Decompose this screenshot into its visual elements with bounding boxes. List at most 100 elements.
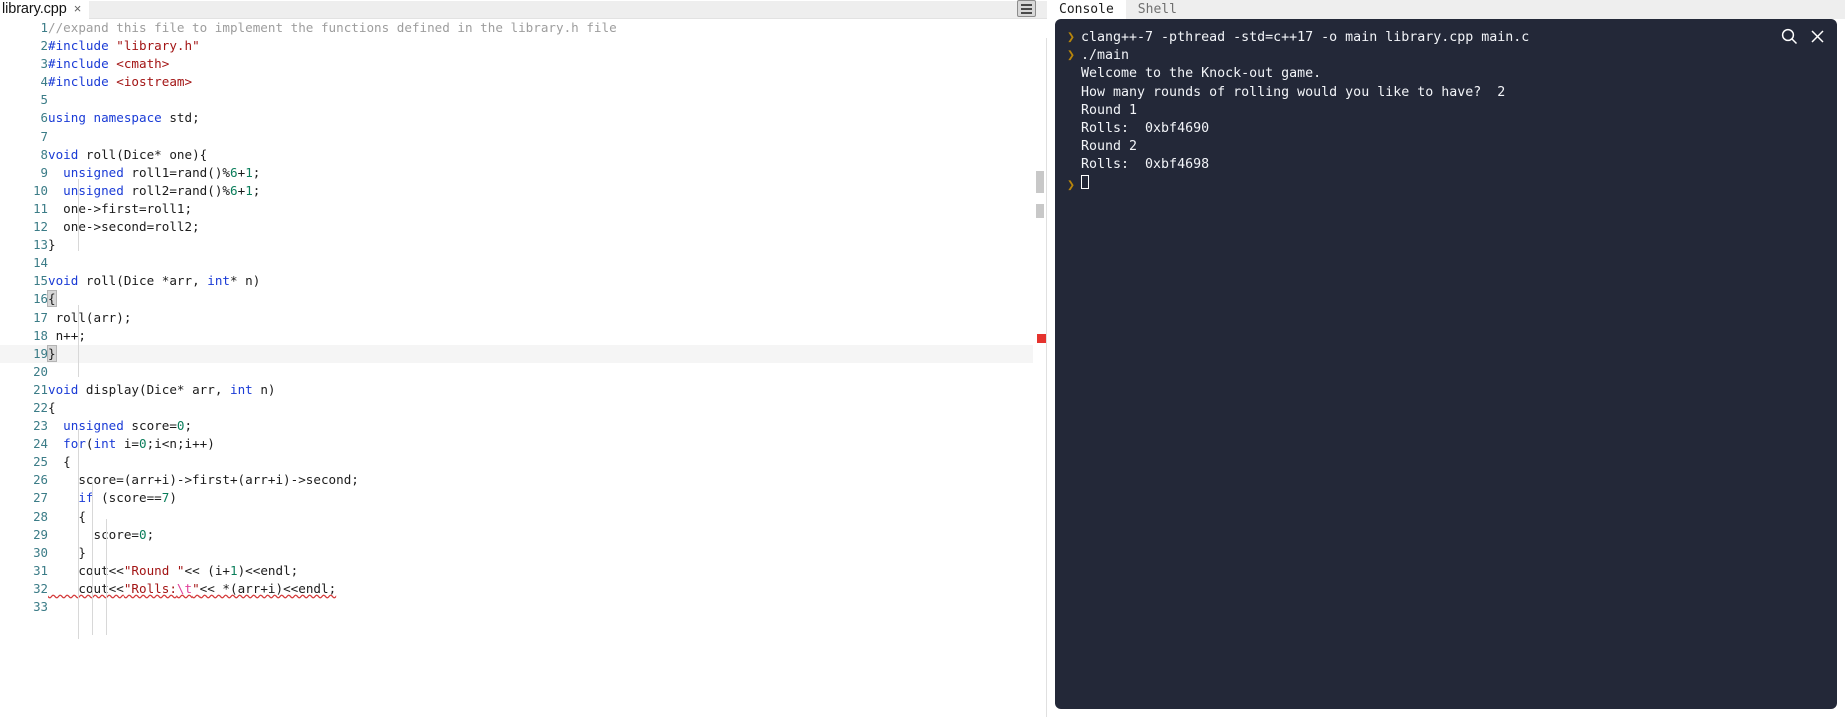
code-line[interactable]: 17 roll(arr);: [0, 309, 1047, 327]
line-number: 9: [40, 164, 48, 180]
console-line-text: Round 1: [1081, 102, 1138, 118]
line-source[interactable]: }: [48, 544, 1047, 562]
line-source[interactable]: one->first=roll1;: [48, 200, 1047, 218]
code-line[interactable]: 28 {: [0, 508, 1047, 526]
code-line[interactable]: 3 #include <cmath>: [0, 55, 1047, 73]
line-source[interactable]: score=0;: [48, 526, 1047, 544]
line-source[interactable]: [48, 254, 1047, 272]
line-source[interactable]: cout<<"Round "<< (i+1)<<endl;: [48, 562, 1047, 580]
line-source[interactable]: unsigned roll2=rand()%6+1;: [48, 182, 1047, 200]
line-source[interactable]: one->second=roll2;: [48, 218, 1047, 236]
code-token: ;: [252, 182, 261, 198]
code-line[interactable]: 24 for(int i=0;i<n;i++): [0, 435, 1047, 453]
line-source[interactable]: void roll(Dice *arr, int* n): [48, 272, 1047, 290]
line-number: 3: [40, 56, 48, 72]
code-line[interactable]: 22{: [0, 399, 1047, 417]
console-output[interactable]: ❯ clang++-7 -pthread -std=c++17 -o main l…: [1055, 19, 1837, 709]
line-number: 29: [33, 526, 48, 542]
code-line[interactable]: 20: [0, 363, 1047, 381]
close-icon[interactable]: ×: [74, 2, 82, 15]
code-token: ": [192, 580, 200, 596]
line-number: 30: [33, 544, 48, 560]
line-source[interactable]: [48, 363, 1047, 381]
code-line[interactable]: 29 score=0;: [0, 526, 1047, 544]
code-editor[interactable]: 1 //expand this file to implement the fun…: [0, 19, 1047, 717]
line-source[interactable]: #include <cmath>: [48, 55, 1047, 73]
code-token: <cmath>: [116, 56, 170, 72]
console-cursor[interactable]: [1081, 174, 1089, 189]
editor-tab-library-cpp[interactable]: library.cpp ×: [0, 0, 90, 18]
console-line-text: Round 2: [1081, 139, 1138, 155]
code-token: 0: [139, 436, 147, 452]
line-source[interactable]: //expand this file to implement the func…: [48, 19, 1047, 37]
line-source[interactable]: cout<<"Rolls:\t"<< *(arr+i)<<endl;: [48, 580, 1047, 598]
panel-layout-icon[interactable]: [1017, 0, 1036, 17]
code-line[interactable]: 19}: [0, 344, 1047, 363]
code-line[interactable]: 27 if (score==7): [0, 489, 1047, 507]
editor-scrollbar[interactable]: [1033, 19, 1047, 717]
tab-console[interactable]: Console: [1047, 0, 1126, 19]
line-source[interactable]: unsigned roll1=rand()%6+1;: [48, 164, 1047, 182]
code-line[interactable]: 14: [0, 254, 1047, 272]
code-token: #include: [48, 74, 117, 90]
line-source[interactable]: {: [48, 453, 1047, 471]
scrollbar-thumb-upper[interactable]: [1036, 171, 1044, 193]
line-source[interactable]: {: [47, 290, 1047, 308]
error-marker[interactable]: [1037, 334, 1046, 343]
line-source[interactable]: void display(Dice* arr, int n): [48, 381, 1047, 399]
code-line[interactable]: 25 {: [0, 453, 1047, 471]
line-source[interactable]: roll(arr);: [48, 309, 1047, 327]
search-icon[interactable]: [1775, 23, 1803, 49]
code-line[interactable]: 12 one->second=roll2;: [0, 218, 1047, 236]
code-line[interactable]: 13}: [0, 236, 1047, 254]
line-source[interactable]: #include <iostream>: [48, 73, 1047, 91]
prompt-caret: ❯: [1067, 30, 1076, 45]
line-source[interactable]: [48, 128, 1047, 146]
line-source[interactable]: for(int i=0;i<n;i++): [48, 435, 1047, 453]
code-line[interactable]: 1//expand this file to implement the fun…: [0, 19, 1047, 37]
code-line[interactable]: 33: [0, 598, 1047, 616]
code-line[interactable]: 8 void roll(Dice* one){: [0, 146, 1047, 164]
line-source[interactable]: [48, 91, 1047, 109]
code-line[interactable]: 9 unsigned roll1=rand()%6+1;: [0, 164, 1047, 182]
code-token: {: [48, 508, 86, 524]
line-source[interactable]: using namespace std;: [48, 109, 1047, 127]
code-line[interactable]: 16{: [0, 290, 1047, 308]
line-source[interactable]: n++;: [48, 327, 1047, 345]
close-icon[interactable]: [1803, 23, 1831, 49]
line-number: 21: [33, 381, 48, 397]
code-token: void: [48, 146, 79, 162]
line-source[interactable]: {: [48, 399, 1047, 417]
line-source[interactable]: {: [48, 508, 1047, 526]
code-line[interactable]: 23 unsigned score=0;: [0, 417, 1047, 435]
code-line[interactable]: 15 void roll(Dice *arr, int* n): [0, 272, 1047, 290]
scrollbar-thumb-lower[interactable]: [1036, 204, 1044, 218]
line-source[interactable]: unsigned score=0;: [48, 417, 1047, 435]
code-line[interactable]: 30 }: [0, 544, 1047, 562]
code-line[interactable]: 11 one->first=roll1;: [0, 200, 1047, 218]
code-line[interactable]: 26 score=(arr+i)->first+(arr+i)->second;: [0, 471, 1047, 489]
line-source[interactable]: score=(arr+i)->first+(arr+i)->second;: [48, 471, 1047, 489]
code-token: 1: [245, 182, 253, 198]
code-line[interactable]: 7: [0, 128, 1047, 146]
code-line[interactable]: 21 void display(Dice* arr, int n): [0, 381, 1047, 399]
line-source[interactable]: }: [48, 236, 1047, 254]
line-source[interactable]: void roll(Dice* one){: [48, 146, 1047, 164]
code-line[interactable]: 4 #include <iostream>: [0, 73, 1047, 91]
code-token: int: [93, 436, 117, 452]
line-source[interactable]: [48, 598, 1047, 616]
line-number: 18: [33, 327, 48, 343]
line-source[interactable]: #include "library.h": [48, 37, 1047, 55]
code-line[interactable]: 31 cout<<"Round "<< (i+1)<<endl;: [0, 562, 1047, 580]
line-source[interactable]: if (score==7): [48, 489, 1047, 507]
code-line[interactable]: 18 n++;: [0, 327, 1047, 345]
code-token: {: [47, 290, 57, 308]
tab-shell[interactable]: Shell: [1125, 0, 1189, 19]
line-source[interactable]: }: [47, 344, 1047, 363]
code-line[interactable]: 5: [0, 91, 1047, 109]
code-line[interactable]: 6 using namespace std;: [0, 109, 1047, 127]
code-line[interactable]: 32 cout<<"Rolls:\t"<< *(arr+i)<<endl;: [0, 580, 1047, 598]
code-line[interactable]: 2 #include "library.h": [0, 37, 1047, 55]
code-line[interactable]: 10 unsigned roll2=rand()%6+1;: [0, 182, 1047, 200]
code-token: cout<<: [48, 562, 124, 578]
